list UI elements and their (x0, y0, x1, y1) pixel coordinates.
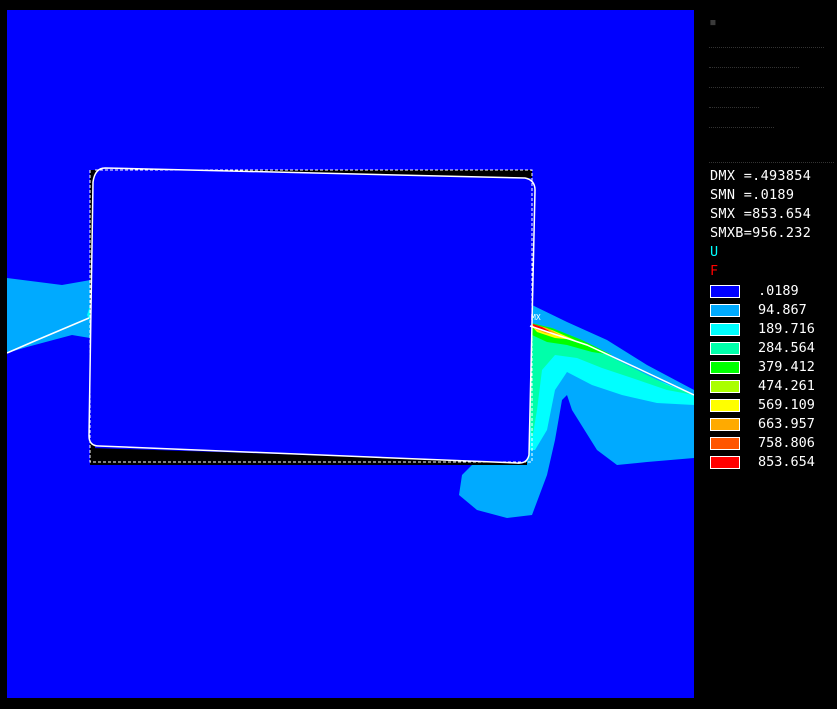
f-marker-label: F (710, 263, 719, 279)
contour-key-row: 663.957 (710, 415, 815, 433)
contour-key-row: .0189 (710, 282, 799, 300)
contour-key-swatch (710, 398, 740, 412)
faded-header-line-2 (709, 35, 824, 48)
faded-header-line-6 (709, 115, 774, 128)
smxb-stat: SMXB=956.232 (710, 225, 812, 241)
faded-header-line-5 (709, 95, 759, 108)
contour-key-value: 853.654 (758, 454, 815, 470)
contour-key-swatch (710, 417, 740, 431)
contour-key-value: 379.412 (758, 359, 815, 375)
contour-plot-viewport[interactable]: MX (7, 10, 694, 698)
contour-key-swatch (710, 341, 740, 355)
smx-stat: SMX =853.654 (710, 206, 812, 222)
legend-panel: ▪ DMX =.493854 SMN =.0189 SMX =853.654 S… (694, 0, 837, 709)
contour-key-swatch (710, 379, 740, 393)
contour-key-row: 853.654 (710, 453, 815, 471)
contour-key-value: 189.716 (758, 321, 815, 337)
contour-key-row: 189.716 (710, 320, 815, 338)
smn-stat: SMN =.0189 (710, 187, 795, 203)
faded-header-line-3 (709, 55, 799, 68)
faded-header-line-7 (709, 150, 834, 163)
contour-key-value: 663.957 (758, 416, 815, 432)
contour-key-value: 94.867 (758, 302, 807, 318)
max-marker-label: MX (531, 313, 541, 322)
contour-key-swatch (710, 455, 740, 469)
contour-key-swatch (710, 322, 740, 336)
contour-key-value: 758.806 (758, 435, 815, 451)
contour-key-swatch (710, 303, 740, 317)
contour-key-value: 569.109 (758, 397, 815, 413)
contour-key-value: 474.261 (758, 378, 815, 394)
contour-key-value: 284.564 (758, 340, 815, 356)
contour-key-row: 569.109 (710, 396, 815, 414)
contour-key-row: 758.806 (710, 434, 815, 452)
contour-key-row: 284.564 (710, 339, 815, 357)
u-marker-label: U (710, 244, 719, 260)
contour-key-swatch (710, 436, 740, 450)
faded-header-line-4 (709, 75, 824, 88)
stress-contour-plot: MX (7, 167, 694, 518)
faded-header-line-1: ▪ (709, 15, 717, 30)
dmx-stat: DMX =.493854 (710, 168, 812, 184)
contour-key-row: 94.867 (710, 301, 807, 319)
contour-key-swatch (710, 284, 740, 298)
contour-key-row: 379.412 (710, 358, 815, 376)
contour-key-row: 474.261 (710, 377, 815, 395)
deformed-body (88, 167, 536, 464)
contour-key-swatch (710, 360, 740, 374)
contour-key-value: .0189 (758, 283, 799, 299)
